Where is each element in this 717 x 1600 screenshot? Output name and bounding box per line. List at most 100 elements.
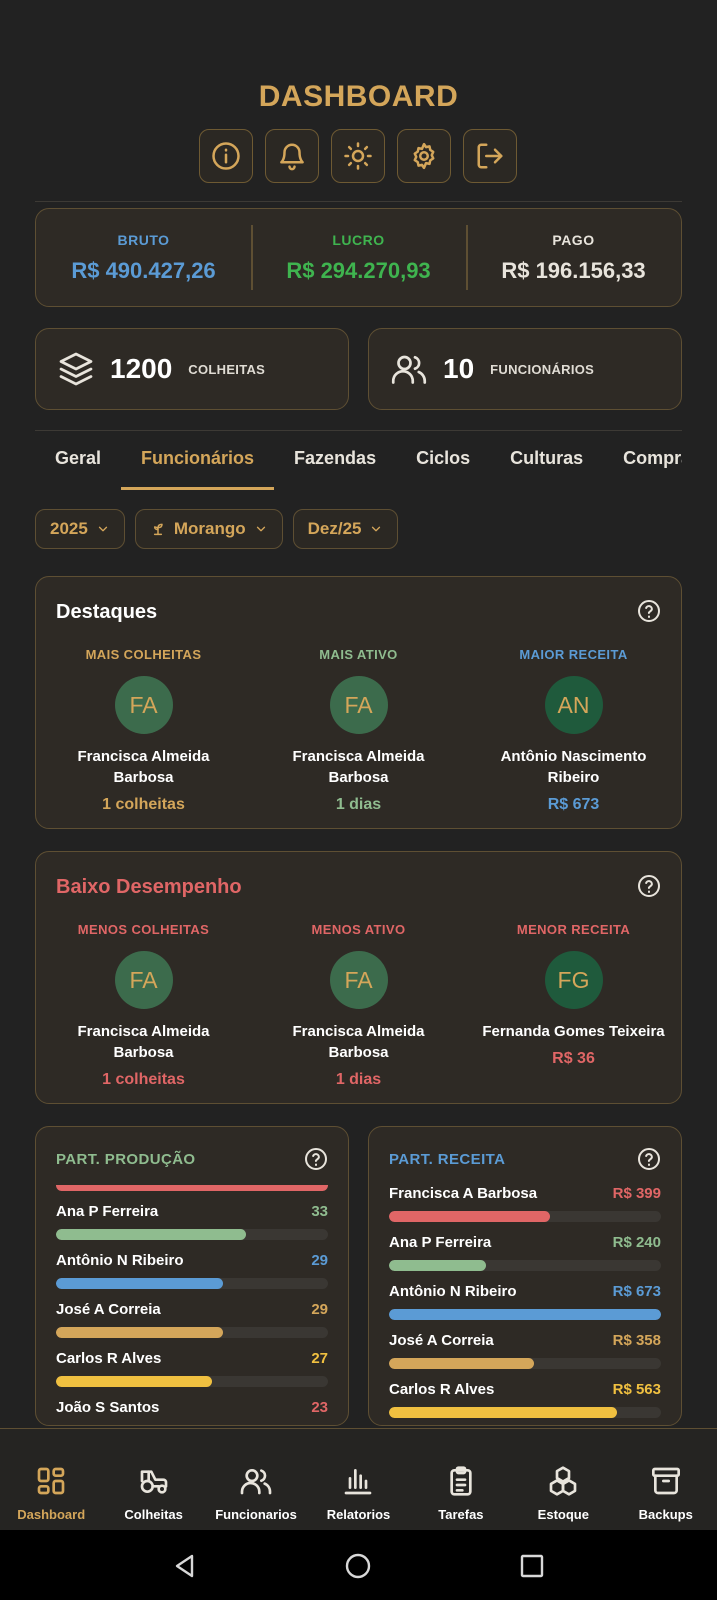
list-item[interactable]: Ana P Ferreira 33 — [56, 1203, 328, 1251]
list-item-row: José A Correia 29 — [56, 1301, 328, 1318]
month-filter[interactable]: Dez/25 — [292, 509, 399, 549]
highlight-most-active[interactable]: MAIS ATIVO FA Francisca Almeida Barbosa … — [251, 647, 466, 814]
list-item-name: Carlos R Alves — [389, 1381, 495, 1398]
nav-tarefas[interactable]: Tarefas — [410, 1429, 512, 1530]
tab-funcionarios[interactable]: Funcionários — [121, 440, 275, 490]
progress-track — [389, 1260, 661, 1271]
crop-filter[interactable]: Morango — [134, 509, 283, 549]
tab-culturas[interactable]: Culturas — [490, 440, 603, 490]
nav-dashboard[interactable]: Dashboard — [0, 1429, 102, 1530]
filter-bar: 2025 Morango Dez/25 — [35, 509, 399, 549]
notifications-button[interactable] — [265, 129, 319, 183]
boxes-icon — [549, 1466, 577, 1496]
low-performance-card: Baixo Desempenho MENOS COLHEITAS FA Fran… — [35, 851, 682, 1104]
nav-funcionarios[interactable]: Funcionarios — [205, 1429, 307, 1530]
tab-fazendas[interactable]: Fazendas — [274, 440, 396, 490]
lowlight-label: MENOR RECEITA — [516, 922, 631, 937]
nav-colheitas[interactable]: Colheitas — [102, 1429, 204, 1530]
info-button[interactable] — [199, 129, 253, 183]
revenue-share-card: PART. RECEITA Francisca A Barbosa R$ 399 A… — [368, 1126, 682, 1426]
harvests-label: COLHEITAS — [188, 361, 266, 377]
progress-track — [56, 1278, 328, 1289]
progress-track — [389, 1358, 661, 1369]
total-lucro: LUCRO R$ 294.270,93 — [251, 209, 466, 306]
tab-compras[interactable]: Compras — [603, 440, 682, 490]
employees-stat-card[interactable]: 10 FUNCIONÁRIOS — [368, 328, 682, 410]
home-circle-icon — [345, 1553, 371, 1579]
list-item[interactable]: José A Correia R$ 358 — [389, 1332, 661, 1380]
header: DASHBOARD — [0, 0, 717, 200]
home-button[interactable] — [344, 1552, 372, 1580]
lowlight-least-harvests[interactable]: MENOS COLHEITAS FA Francisca Almeida Bar… — [36, 922, 251, 1089]
avatar: FA — [329, 676, 388, 734]
highlight-name: Antônio Nascimento Ribeiro — [500, 748, 647, 786]
total-label: BRUTO — [117, 231, 170, 248]
nav-label: Estoque — [537, 1507, 589, 1522]
avatar: FA — [329, 951, 388, 1009]
chevron-down-icon — [256, 526, 265, 532]
list-item-row: Antônio N Ribeiro R$ 673 — [389, 1283, 661, 1300]
bottom-nav: Dashboard Colheitas Funcionarios Relator… — [0, 1428, 717, 1530]
chevron-down-icon — [98, 526, 107, 532]
highlights-card: Destaques MAIS COLHEITAS FA Francisca Al… — [35, 576, 682, 829]
help-icon — [638, 1148, 660, 1170]
tab-geral[interactable]: Geral — [35, 440, 121, 490]
year-filter[interactable]: 2025 — [35, 509, 125, 549]
nav-label: Dashboard — [17, 1507, 86, 1522]
system-nav-bar — [0, 1530, 717, 1600]
list-item-row: Carlos R Alves 27 — [56, 1350, 328, 1367]
list-item[interactable]: Antônio N Ribeiro 29 — [56, 1252, 328, 1300]
revenue-share-list[interactable]: Francisca A Barbosa R$ 399 Ana P Ferreira R… — [389, 1185, 661, 1425]
production-share-list[interactable]: Francisca A BarbosaAna P Ferreira 33 Antôn… — [56, 1185, 328, 1425]
employees-count: 10 — [443, 353, 475, 384]
highlight-value: R$ 673 — [547, 796, 600, 813]
highlight-most-harvests[interactable]: MAIS COLHEITAS FA Francisca Almeida Barb… — [36, 647, 251, 814]
employees-label: FUNCIONÁRIOS — [490, 361, 595, 377]
tab-bar: Geral Funcionários Fazendas Ciclos Cultu… — [35, 440, 682, 490]
progress-fill — [389, 1211, 551, 1222]
recents-button[interactable] — [518, 1552, 546, 1580]
tab-ciclos[interactable]: Ciclos — [396, 440, 490, 490]
users-icon — [240, 1469, 272, 1495]
list-item[interactable]: Francisca A Barbosa — [56, 1185, 328, 1202]
help-button[interactable] — [637, 1147, 661, 1171]
nav-backups[interactable]: Backups — [615, 1429, 717, 1530]
list-item-row: Antônio N Ribeiro 29 — [56, 1252, 328, 1269]
highlight-label: MAIS ATIVO — [319, 647, 398, 662]
nav-estoque[interactable]: Estoque — [512, 1429, 614, 1530]
list-item[interactable]: Antônio N Ribeiro R$ 673 — [389, 1283, 661, 1331]
help-button[interactable] — [637, 599, 661, 623]
bell-icon — [280, 143, 304, 171]
harvests-stat-card[interactable]: 1200 COLHEITAS — [35, 328, 349, 410]
total-label: PAGO — [552, 231, 595, 248]
list-item[interactable]: Ana P Ferreira R$ 240 — [389, 1234, 661, 1282]
list-item[interactable]: Carlos R Alves R$ 563 — [389, 1381, 661, 1425]
help-button[interactable] — [304, 1147, 328, 1171]
lowlight-least-active[interactable]: MENOS ATIVO FA Francisca Almeida Barbosa… — [251, 922, 466, 1089]
highlight-value: 1 colheitas — [102, 796, 185, 813]
divider — [35, 201, 682, 202]
nav-label: Backups — [638, 1507, 693, 1522]
list-item-name: José A Correia — [56, 1301, 161, 1318]
list-item[interactable]: José A Correia 29 — [56, 1301, 328, 1349]
avatar: FA — [114, 676, 173, 734]
lowlight-lowest-revenue[interactable]: MENOR RECEITA FG Fernanda Gomes Teixeira… — [466, 922, 681, 1089]
list-item-value: R$ 358 — [612, 1332, 661, 1349]
back-button[interactable] — [171, 1552, 199, 1580]
list-item-name: José A Correia — [389, 1332, 494, 1349]
list-item[interactable]: Carlos R Alves 27 — [56, 1350, 328, 1398]
nav-relatorios[interactable]: Relatorios — [307, 1429, 409, 1530]
theme-toggle-button[interactable] — [331, 129, 385, 183]
list-item[interactable]: Francisca A Barbosa R$ 399 — [389, 1185, 661, 1233]
settings-button[interactable] — [397, 129, 451, 183]
list-item-value: R$ 673 — [612, 1283, 661, 1300]
lowlight-name: Francisca Almeida Barbosa — [77, 1023, 210, 1061]
list-item[interactable]: João S Santos 23 — [56, 1399, 328, 1425]
progress-fill — [56, 1376, 213, 1387]
highlight-top-revenue[interactable]: MAIOR RECEITA AN Antônio Nascimento Ribe… — [466, 647, 681, 814]
highlight-name: Francisca Almeida Barbosa — [292, 748, 425, 786]
logout-button[interactable] — [463, 129, 517, 183]
help-button[interactable] — [637, 874, 661, 898]
list-item-name: Ana P Ferreira — [389, 1234, 492, 1251]
progress-fill — [56, 1185, 328, 1191]
